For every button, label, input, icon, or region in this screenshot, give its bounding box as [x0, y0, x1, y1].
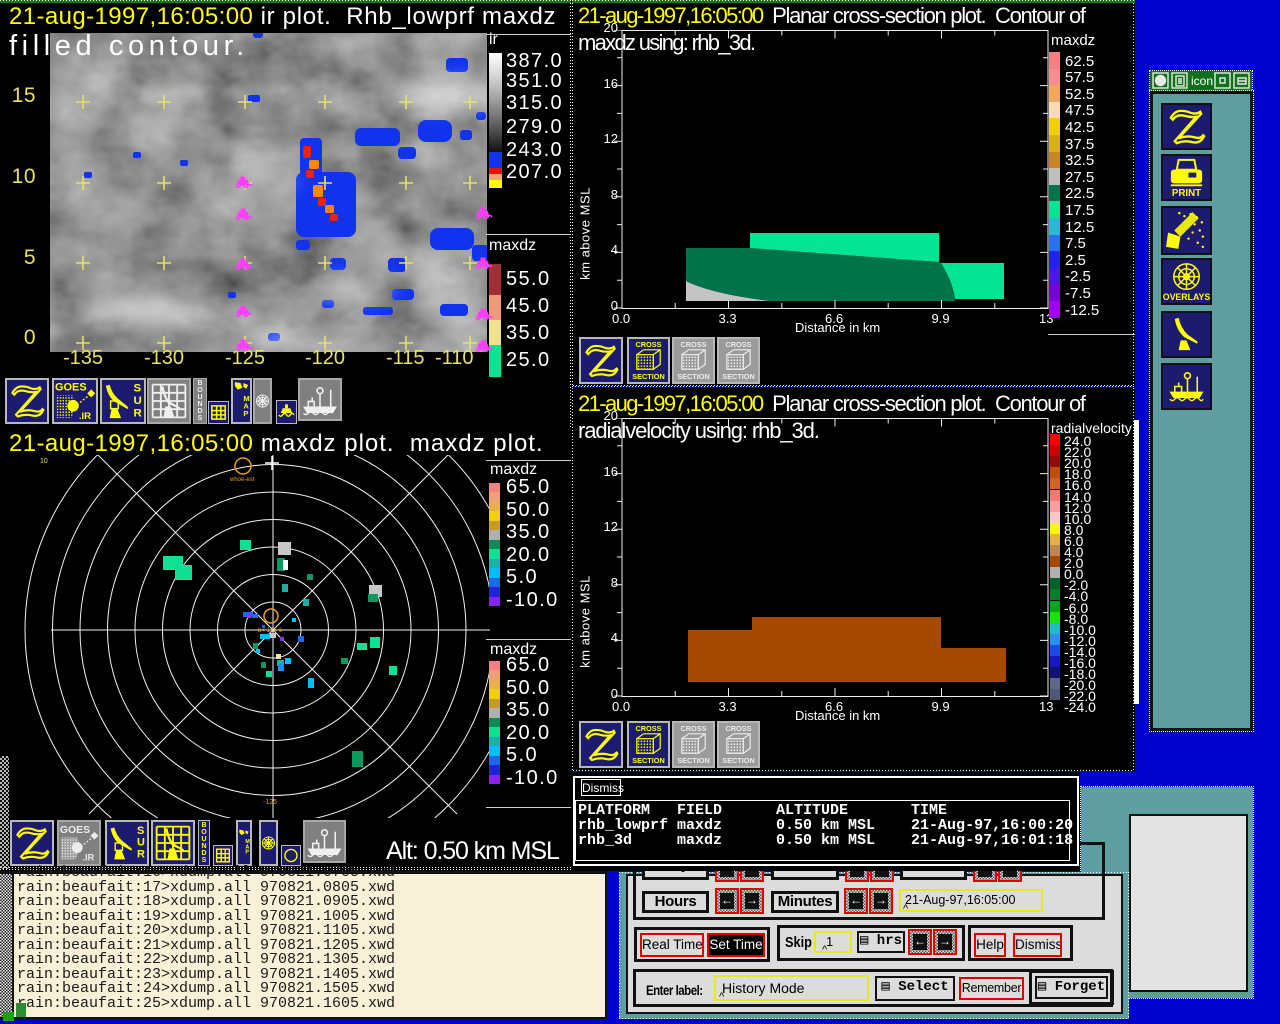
svg-text:CROSS: CROSS: [681, 724, 707, 733]
svg-text:icon: icon: [1191, 74, 1213, 88]
svg-text:U: U: [137, 837, 145, 849]
svg-text:R: R: [137, 849, 145, 861]
svg-text:SECTION: SECTION: [677, 372, 709, 381]
svg-text:CROSS: CROSS: [681, 340, 707, 349]
svg-text:SECTION: SECTION: [632, 756, 664, 765]
svg-text:SECTION: SECTION: [677, 756, 709, 765]
svg-text:OVERLAYS: OVERLAYS: [1163, 292, 1210, 302]
svg-text:P: P: [245, 850, 249, 856]
svg-text:GOES: GOES: [60, 825, 90, 836]
svg-text:SECTION: SECTION: [722, 756, 754, 765]
svg-text:SECTION: SECTION: [632, 372, 664, 381]
svg-text:CROSS: CROSS: [636, 724, 662, 733]
svg-text:CROSS: CROSS: [726, 340, 752, 349]
svg-text:S: S: [137, 825, 144, 837]
svg-text:PRINT: PRINT: [1172, 188, 1201, 199]
svg-text:SECTION: SECTION: [722, 372, 754, 381]
svg-text:-125: -125: [263, 799, 277, 806]
svg-text:whoe-est: whoe-est: [229, 477, 255, 483]
svg-text:.IR: .IR: [83, 852, 95, 862]
svg-text:CROSS: CROSS: [636, 340, 662, 349]
svg-text:10: 10: [40, 458, 48, 465]
svg-text:CROSS: CROSS: [726, 724, 752, 733]
